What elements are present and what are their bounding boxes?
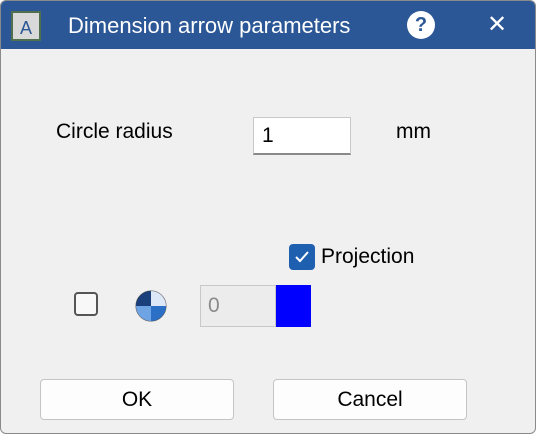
option-checkbox[interactable] bbox=[74, 292, 98, 316]
app-icon: A bbox=[11, 11, 41, 41]
app-icon-letter: A bbox=[20, 18, 32, 38]
checkmark-icon bbox=[295, 251, 309, 263]
ok-button[interactable]: OK bbox=[40, 379, 234, 420]
projection-label: Projection bbox=[321, 245, 415, 268]
help-button[interactable]: ? bbox=[407, 11, 435, 39]
radius-unit-label: mm bbox=[396, 120, 431, 143]
number-field[interactable]: 0 bbox=[200, 285, 276, 327]
circle-radius-label: Circle radius bbox=[56, 120, 173, 143]
title-bar[interactable]: A Dimension arrow parameters ? ✕ bbox=[1, 1, 535, 49]
pie-chart-icon[interactable] bbox=[135, 290, 167, 322]
window-title: Dimension arrow parameters bbox=[68, 13, 351, 38]
close-button[interactable]: ✕ bbox=[483, 11, 511, 39]
color-swatch[interactable] bbox=[276, 285, 311, 327]
cancel-button[interactable]: Cancel bbox=[273, 379, 467, 420]
circle-radius-input[interactable] bbox=[253, 117, 351, 155]
projection-checkbox[interactable] bbox=[289, 244, 315, 270]
dialog-window: A Dimension arrow parameters ? ✕ Circle … bbox=[0, 0, 536, 434]
